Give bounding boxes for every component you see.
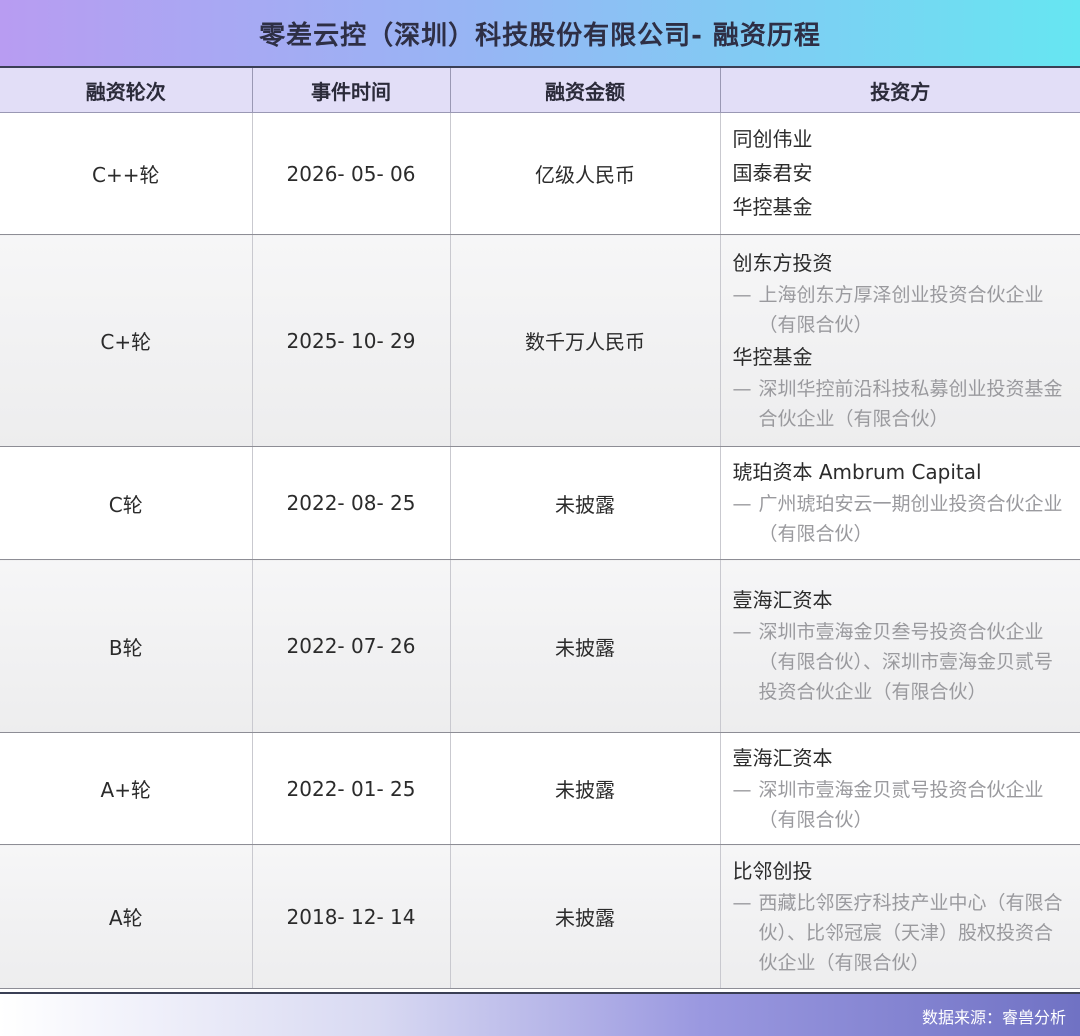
table-row: A轮 2018- 12- 14 未披露 比邻创投 — 西藏比邻医疗科技产业中心（有… — [0, 844, 1080, 989]
investor-entity: — 深圳市壹海金贝贰号投资合伙企业（有限合伙） — [732, 778, 1044, 831]
table-row: C+轮 2025- 10- 29 数千万人民币 创东方投资 — 上海创东方厚泽创业… — [0, 234, 1080, 447]
round-cell: A轮 — [0, 844, 253, 989]
investors-cell: 壹海汇资本 — 深圳市壹海金贝贰号投资合伙企业（有限合伙） — [720, 732, 1080, 845]
data-source: 数据来源：睿兽分析 — [921, 1008, 1066, 1027]
round-cell: C轮 — [0, 446, 253, 560]
date-cell: 2026- 05- 06 — [252, 112, 451, 235]
investor-name: 创东方投资 — [732, 250, 833, 275]
table-row: C++轮 2026- 05- 06 亿级人民币 同创伟业 国泰君安 华控基金 — [0, 112, 1080, 235]
header-amount: 融资金额 — [450, 68, 721, 113]
table-row: C轮 2022- 08- 25 未披露 琥珀资本 Ambrum Capital … — [0, 446, 1080, 560]
investor-name: 国泰君安 — [732, 160, 813, 185]
investors-cell: 比邻创投 — 西藏比邻医疗科技产业中心（有限合伙）、比邻冠宸（天津）股权投资合伙企… — [720, 844, 1080, 989]
date-cell: 2025- 10- 29 — [252, 234, 451, 447]
investor-name: 琥珀资本 Ambrum Capital — [732, 460, 982, 484]
date-cell: 2018- 12- 14 — [252, 844, 451, 989]
investors-cell: 琥珀资本 Ambrum Capital — 广州琥珀安云一期创业投资合伙企业（有限… — [720, 446, 1080, 560]
amount-cell: 未披露 — [450, 446, 721, 560]
amount-cell: 未披露 — [450, 844, 721, 989]
round-cell: C+轮 — [0, 234, 253, 447]
investor-name: 同创伟业 — [732, 126, 813, 151]
footer-bar: 数据来源：睿兽分析 — [0, 992, 1080, 1036]
date-cell: 2022- 01- 25 — [252, 732, 451, 845]
header-row: 融资轮次 事件时间 融资金额 投资方 — [0, 68, 1080, 113]
investor-entity: — 上海创东方厚泽创业投资合伙企业（有限合伙） — [732, 283, 1044, 336]
investor-name: 华控基金 — [732, 194, 813, 219]
date-cell: 2022- 08- 25 — [252, 446, 451, 560]
page-title: 零差云控（深圳）科技股份有限公司- 融资历程 — [259, 20, 821, 51]
investor-entity: — 西藏比邻医疗科技产业中心（有限合伙）、比邻冠宸（天津）股权投资合伙企业（有限合… — [732, 891, 1063, 974]
amount-cell: 亿级人民币 — [450, 112, 721, 235]
header-round: 融资轮次 — [0, 68, 253, 113]
investor-entity: — 广州琥珀安云一期创业投资合伙企业（有限合伙） — [732, 493, 1063, 545]
table-row: A+轮 2022- 01- 25 未披露 壹海汇资本 — 深圳市壹海金贝贰号投资合… — [0, 732, 1080, 845]
round-cell: A+轮 — [0, 732, 253, 845]
date-cell: 2022- 07- 26 — [252, 559, 451, 733]
investor-name: 壹海汇资本 — [732, 745, 833, 770]
header-date: 事件时间 — [252, 68, 451, 113]
investors-cell: 壹海汇资本 — 深圳市壹海金贝叁号投资合伙企业（有限合伙）、深圳市壹海金贝贰号投资… — [720, 559, 1080, 733]
financing-table: 融资轮次 事件时间 融资金额 投资方 C++轮 2026- 05- 06 亿级人… — [0, 68, 1080, 989]
page: 零差云控（深圳）科技股份有限公司- 融资历程 融资轮次 事件时间 融资金额 投资… — [0, 0, 1080, 1036]
header-investors: 投资方 — [720, 68, 1080, 113]
investor-entity: — 深圳市壹海金贝叁号投资合伙企业（有限合伙）、深圳市壹海金贝贰号投资合伙企业（有… — [732, 621, 1054, 703]
amount-cell: 数千万人民币 — [450, 234, 721, 447]
investors-cell: 创东方投资 — 上海创东方厚泽创业投资合伙企业（有限合伙） 华控基金 — 深圳华控前… — [720, 234, 1080, 447]
investors-cell: 同创伟业 国泰君安 华控基金 — [720, 112, 1080, 235]
table-row: B轮 2022- 07- 26 未披露 壹海汇资本 — 深圳市壹海金贝叁号投资合伙… — [0, 559, 1080, 733]
investor-name: 比邻创投 — [732, 858, 813, 883]
amount-cell: 未披露 — [450, 732, 721, 845]
round-cell: B轮 — [0, 559, 253, 733]
investor-name: 壹海汇资本 — [732, 588, 833, 612]
amount-cell: 未披露 — [450, 559, 721, 733]
investor-entity: — 深圳华控前沿科技私募创业投资基金合伙企业（有限合伙） — [732, 377, 1063, 430]
title-bar: 零差云控（深圳）科技股份有限公司- 融资历程 — [0, 0, 1080, 68]
investor-name: 华控基金 — [732, 344, 813, 369]
round-cell: C++轮 — [0, 112, 253, 235]
